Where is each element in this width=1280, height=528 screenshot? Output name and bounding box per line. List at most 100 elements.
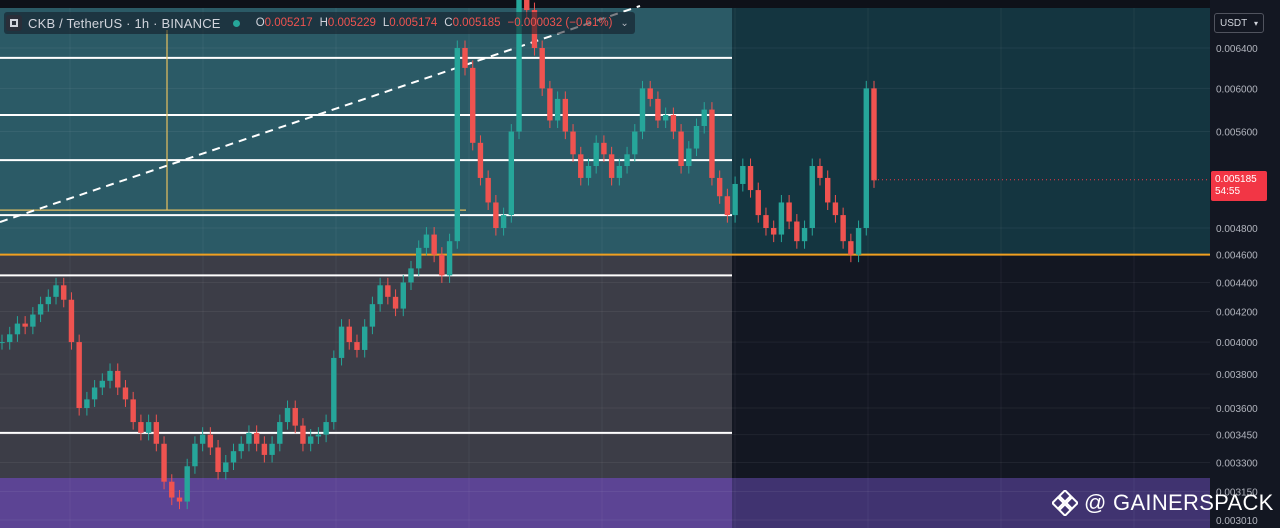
candle-body <box>246 432 252 444</box>
candle-body <box>230 451 237 463</box>
candle-body <box>145 422 152 433</box>
candle-body <box>361 326 368 350</box>
candle-body <box>22 323 28 327</box>
candle-body <box>323 422 329 435</box>
collapse-chevron-icon[interactable]: ⌄ <box>620 18 628 29</box>
candle-body <box>709 109 715 178</box>
chevron-down-icon: ▾ <box>1253 18 1258 28</box>
price-tick-label: 0.006000 <box>1216 84 1258 95</box>
candle-body <box>107 370 113 381</box>
candle-body <box>169 481 175 498</box>
candle-body <box>470 67 476 143</box>
candle-body <box>508 131 515 216</box>
candle-body <box>724 196 731 216</box>
change-value: −0.000032 (−0.61%) <box>507 17 613 29</box>
candle-body <box>68 299 75 343</box>
candle-body <box>616 166 623 178</box>
candle-body <box>747 166 754 191</box>
ckb-logo-icon <box>6 15 22 31</box>
price-tick-label: 0.005600 <box>1216 128 1258 139</box>
close-value: 0.005185 <box>452 17 501 29</box>
price-tick-label: 0.003450 <box>1216 431 1258 442</box>
binance-logo-icon <box>1052 490 1078 516</box>
candle-body <box>562 98 569 132</box>
low-value: 0.005174 <box>389 17 438 29</box>
candle-body <box>307 436 314 444</box>
candle-body <box>423 234 430 248</box>
candle-body <box>369 304 376 327</box>
candle-body <box>153 422 160 444</box>
candle-body <box>801 228 808 242</box>
candle-body <box>539 48 545 89</box>
candle-body <box>30 314 36 327</box>
candle-body <box>639 88 646 132</box>
candle-body <box>547 88 553 121</box>
candle-body <box>199 434 206 444</box>
price-axis[interactable]: 0.006400 0.006000 0.005600 0.004800 0.004600… <box>1210 0 1280 528</box>
price-tick-label: 0.003800 <box>1216 370 1258 381</box>
candle-body <box>91 387 98 400</box>
symbol-legend[interactable]: CKB / TetherUS · 1h · BINANCE O0.005217 … <box>4 12 635 34</box>
candle-body <box>7 334 13 343</box>
candle-body <box>184 466 190 502</box>
candle-body <box>354 342 360 350</box>
price-tick-label: 0.004000 <box>1216 338 1258 349</box>
candle-body <box>292 408 298 426</box>
candle-body <box>570 131 576 155</box>
candle-body <box>693 125 700 149</box>
price-axis-bg <box>1210 0 1280 528</box>
currency-label: USDT <box>1220 17 1248 29</box>
candle-body <box>176 497 183 502</box>
candle-body <box>215 447 221 472</box>
watermark-text: @ GAINERSPACK <box>1084 490 1274 515</box>
candle-body <box>655 98 661 121</box>
candle-body <box>701 109 707 126</box>
candle-body <box>863 88 869 229</box>
open-value: 0.005217 <box>264 17 313 29</box>
candle-body <box>601 142 607 155</box>
candle-body <box>871 88 877 181</box>
candle-body <box>500 215 507 229</box>
bar-countdown: 54:55 <box>1215 186 1241 197</box>
currency-selector[interactable]: USDT ▾ <box>1214 13 1264 33</box>
candle-body <box>624 154 630 167</box>
candle-body <box>855 228 862 255</box>
candle-body <box>284 408 291 423</box>
candle-body <box>716 177 723 197</box>
price-chart[interactable]: 0.006400 0.006000 0.005600 0.004800 0.004600… <box>0 0 1280 528</box>
candle-body <box>84 399 90 409</box>
candle-body <box>740 166 746 184</box>
candle-body <box>377 285 383 305</box>
candle-body <box>770 228 777 235</box>
candle-body <box>593 142 599 167</box>
candle-body <box>45 296 52 305</box>
price-tick-label: 0.003300 <box>1216 458 1258 469</box>
candle-body <box>269 443 275 455</box>
candle-body <box>416 247 422 269</box>
candle-body <box>138 422 144 433</box>
candle-body <box>385 285 391 297</box>
candle-body <box>99 380 106 388</box>
candle-body <box>763 215 769 229</box>
current-price-tag: 0.005185 54:55 <box>1211 171 1267 201</box>
candle-body <box>809 166 815 229</box>
price-tick-label: 0.004800 <box>1216 224 1258 235</box>
candle-body <box>115 370 121 388</box>
symbol-title[interactable]: CKB / TetherUS · 1h · BINANCE <box>28 16 221 31</box>
candle-body <box>755 190 761 216</box>
candle-body <box>493 202 499 229</box>
candle-body <box>477 142 484 178</box>
high-value: 0.005229 <box>327 17 376 29</box>
candle-body <box>585 166 592 178</box>
candle-body <box>122 387 129 400</box>
candle-body <box>662 115 669 121</box>
candle-body <box>392 296 399 309</box>
candle-body <box>261 443 268 455</box>
candle-body <box>786 202 792 222</box>
candle-body <box>408 268 414 283</box>
candle-body <box>848 241 854 255</box>
candle-body <box>76 342 82 409</box>
candle-body <box>192 443 198 467</box>
candle-body <box>446 241 453 276</box>
watermark: @ GAINERSPACK <box>1052 488 1274 518</box>
